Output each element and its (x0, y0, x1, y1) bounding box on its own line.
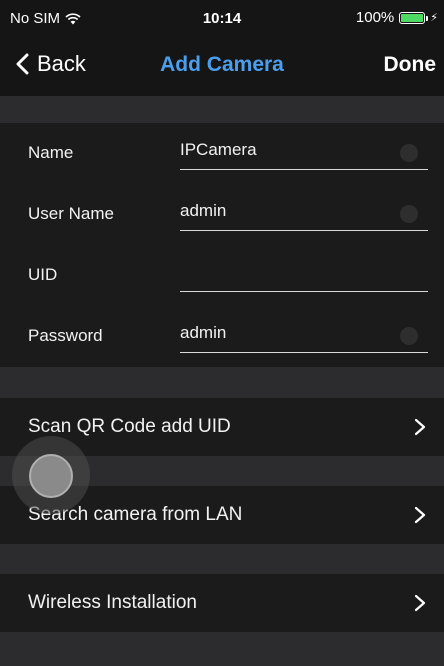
chevron-right-icon (414, 506, 426, 524)
username-field-wrap (180, 194, 428, 231)
clear-password-icon[interactable] (400, 327, 418, 345)
clear-name-icon[interactable] (400, 144, 418, 162)
scan-qr-code-label: Scan QR Code add UID (28, 416, 231, 437)
done-button[interactable]: Done (384, 53, 437, 77)
page-title: Add Camera (160, 53, 284, 76)
wireless-installation-label: Wireless Installation (28, 592, 197, 613)
name-row: Name (0, 123, 444, 184)
wireless-installation-cell[interactable]: Wireless Installation (0, 574, 444, 632)
status-bar: No SIM 10:14 100% ⚡ (0, 0, 444, 36)
chevron-right-icon (414, 418, 426, 436)
password-input[interactable] (180, 316, 380, 350)
password-label: Password (28, 326, 103, 345)
username-row: User Name (0, 184, 444, 245)
password-row: Password (0, 306, 444, 367)
battery-group: 100% ⚡ (356, 9, 438, 26)
clear-username-icon[interactable] (400, 205, 418, 223)
charging-bolt-icon: ⚡ (430, 12, 438, 24)
chevron-right-icon (414, 594, 426, 612)
name-input[interactable] (180, 133, 380, 167)
username-input[interactable] (180, 194, 380, 228)
username-label: User Name (28, 204, 114, 223)
assistive-touch-icon (29, 454, 73, 498)
name-label: Name (28, 143, 74, 162)
navigation-bar: Back Add Camera Done (0, 36, 444, 96)
password-field-wrap (180, 316, 428, 353)
uid-row: UID (0, 245, 444, 306)
camera-form: Name User Name UID Password (0, 123, 444, 367)
battery-percent: 100% (355, 9, 395, 26)
battery-icon (399, 11, 429, 24)
uid-field-wrap (180, 255, 428, 292)
uid-input[interactable] (180, 255, 380, 289)
name-field-wrap (180, 133, 428, 170)
uid-label: UID (28, 265, 58, 284)
